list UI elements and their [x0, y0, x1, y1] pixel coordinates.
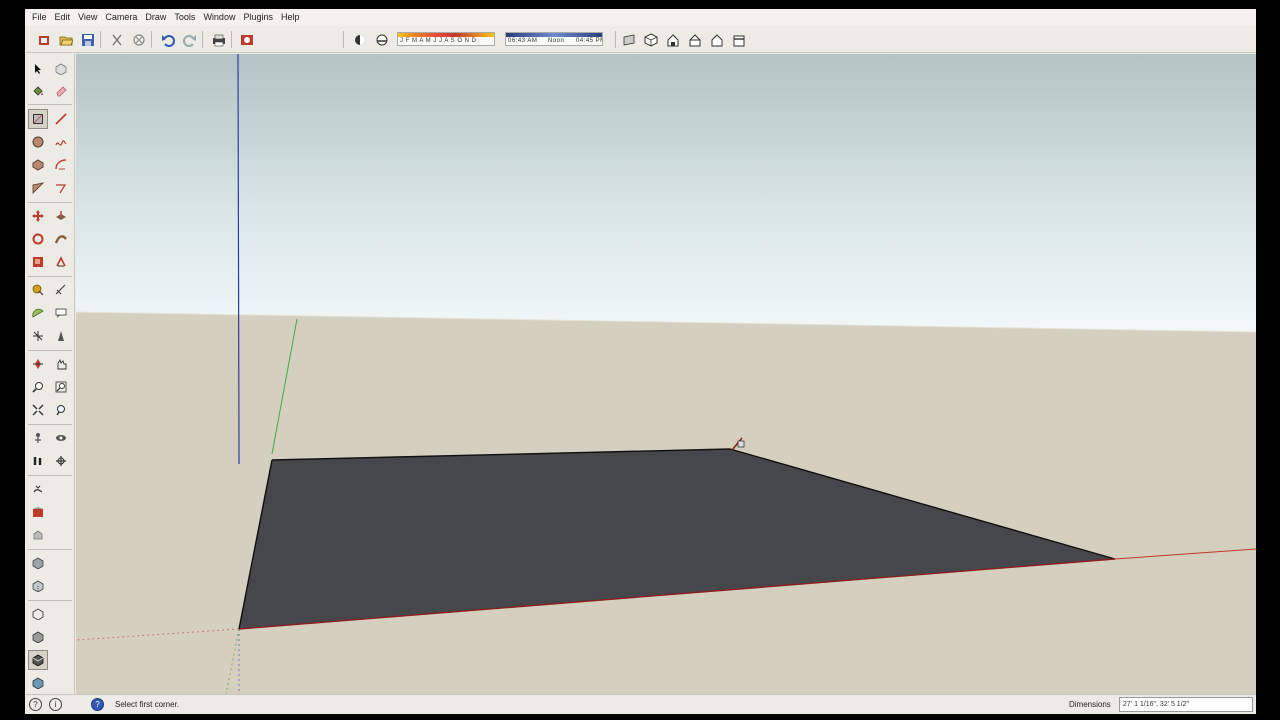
menu-help[interactable]: Help [278, 9, 305, 26]
polygon-icon[interactable] [28, 155, 48, 175]
arc-3pt-icon[interactable] [51, 178, 71, 198]
arc-icon[interactable] [51, 155, 71, 175]
menu-bar: File Edit View Camera Draw Tools Window … [25, 9, 1256, 26]
status-bar: ? i ? Select first corner. Dimensions 27… [25, 694, 1256, 714]
dimensions-label: Dimensions [1069, 700, 1111, 709]
section-plane-tool-icon[interactable] [51, 451, 71, 471]
walk-icon[interactable] [28, 451, 48, 471]
fog-icon[interactable] [372, 30, 391, 49]
paint-bucket-icon[interactable] [28, 81, 48, 101]
axes-icon[interactable] [28, 326, 48, 346]
credits-icon[interactable]: i [49, 698, 62, 711]
look-around-icon[interactable] [51, 428, 71, 448]
menu-file[interactable]: File [29, 9, 52, 26]
pie-icon[interactable] [28, 178, 48, 198]
xray-icon[interactable] [28, 553, 48, 573]
menu-draw[interactable]: Draw [142, 9, 171, 26]
help-icon[interactable]: ? [91, 698, 104, 711]
eraser-icon[interactable] [51, 81, 71, 101]
sky [76, 54, 1256, 332]
zoom-previous-icon[interactable] [51, 400, 71, 420]
wireframe-icon[interactable] [28, 604, 48, 624]
sketchup-window: File Edit View Camera Draw Tools Window … [25, 9, 1256, 714]
dimension-icon[interactable] [51, 280, 71, 300]
cut-icon[interactable] [107, 30, 126, 49]
sandbox-icon[interactable] [28, 479, 48, 499]
back-edges-icon[interactable] [28, 576, 48, 596]
position-camera-icon[interactable] [28, 428, 48, 448]
model-info-icon[interactable] [237, 30, 256, 49]
move-icon[interactable] [28, 206, 48, 226]
menu-tools[interactable]: Tools [171, 9, 200, 26]
right-view-icon[interactable] [707, 30, 726, 49]
follow-me-icon[interactable] [51, 229, 71, 249]
menu-edit[interactable]: Edit [52, 9, 76, 26]
shadow-date-slider[interactable]: J F M A M J J A S O N D [397, 32, 495, 46]
pan-icon[interactable] [51, 354, 71, 374]
text-icon[interactable] [51, 303, 71, 323]
freehand-icon[interactable] [51, 132, 71, 152]
push-pull-icon[interactable] [51, 206, 71, 226]
open-icon[interactable] [56, 30, 75, 49]
shadow-time-slider[interactable]: 06:43 AM Noon 04:45 PM [505, 32, 603, 46]
scene-canvas[interactable] [76, 54, 1256, 694]
dimensions-value-box[interactable]: 27' 1 1/16", 32' 5 1/2" [1119, 697, 1253, 712]
hidden-line-icon[interactable] [28, 627, 48, 647]
rectangle-icon[interactable] [28, 109, 48, 129]
status-message: Select first corner. [115, 700, 180, 709]
print-icon[interactable] [209, 30, 228, 49]
top-view-icon[interactable] [663, 30, 682, 49]
warehouse-icon[interactable] [28, 502, 48, 522]
back-view-icon[interactable] [729, 30, 748, 49]
zoom-window-icon[interactable] [51, 377, 71, 397]
erase-icon[interactable] [129, 30, 148, 49]
shaded-textures-icon[interactable] [28, 673, 48, 693]
menu-plugins[interactable]: Plugins [240, 9, 278, 26]
menu-window[interactable]: Window [200, 9, 240, 26]
menu-view[interactable]: View [75, 9, 102, 26]
extension-icon[interactable] [28, 525, 48, 545]
select-icon[interactable] [28, 59, 48, 79]
get-models-icon[interactable] [34, 30, 53, 49]
redo-icon[interactable] [180, 30, 199, 49]
rotate-icon[interactable] [28, 229, 48, 249]
orbit-icon[interactable] [28, 354, 48, 374]
make-component-icon[interactable] [51, 59, 71, 79]
offset-icon[interactable] [51, 252, 71, 272]
protractor-icon[interactable] [28, 303, 48, 323]
tape-measure-icon[interactable] [28, 280, 48, 300]
main-toolbar: J F M A M J J A S O N D 06:43 AM Noon 04… [25, 26, 1256, 53]
large-tool-set [25, 54, 75, 694]
line-icon[interactable] [51, 109, 71, 129]
iso-view-icon[interactable] [641, 30, 660, 49]
front-view-icon[interactable] [685, 30, 704, 49]
zoom-extents-icon[interactable] [28, 400, 48, 420]
circle-icon[interactable] [28, 132, 48, 152]
model-viewport[interactable] [76, 54, 1256, 694]
undo-icon[interactable] [158, 30, 177, 49]
section-plane-icon[interactable] [619, 30, 638, 49]
3d-text-icon[interactable] [51, 326, 71, 346]
zoom-icon[interactable] [28, 377, 48, 397]
shadow-settings-icon[interactable] [350, 30, 369, 49]
geo-location-icon[interactable]: ? [29, 698, 42, 711]
shaded-icon[interactable] [28, 650, 48, 670]
scale-icon[interactable] [28, 252, 48, 272]
save-icon[interactable] [78, 30, 97, 49]
menu-camera[interactable]: Camera [102, 9, 142, 26]
